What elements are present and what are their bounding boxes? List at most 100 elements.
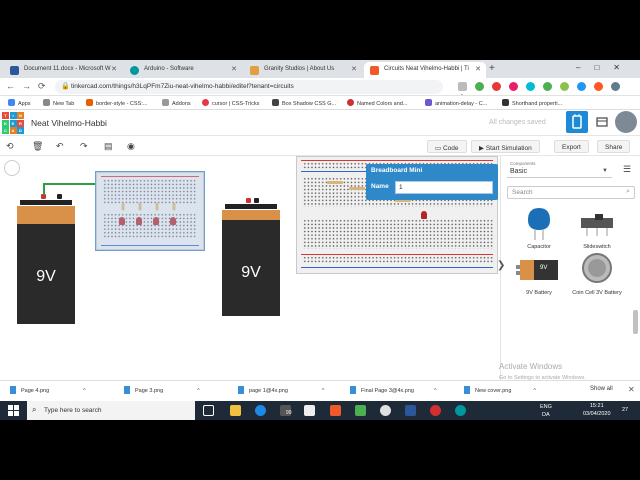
extension-icon[interactable] xyxy=(593,82,603,91)
file-icon xyxy=(350,386,356,394)
component-capacitor[interactable]: Capacitor xyxy=(509,206,569,250)
component-coin-cell[interactable]: Coin Cell 3V Battery xyxy=(567,250,627,296)
store-icon[interactable] xyxy=(304,405,315,416)
download-item[interactable]: Page 3.png ^ xyxy=(124,386,200,394)
extension-icon[interactable] xyxy=(525,82,535,91)
negative-terminal[interactable] xyxy=(57,194,62,199)
taskbar-clock[interactable]: 15:21 03/04/2020 xyxy=(583,402,611,418)
download-item[interactable]: Page 4.png ^ xyxy=(10,386,86,394)
extension-icon[interactable] xyxy=(508,82,518,91)
nav-buttons[interactable]: ←→⟳ xyxy=(6,81,53,92)
app-icon[interactable] xyxy=(330,405,341,416)
negative-terminal[interactable] xyxy=(254,198,259,203)
tinkercad-logo[interactable]: TIN KER CAD xyxy=(2,112,24,134)
app-icon[interactable] xyxy=(355,405,366,416)
wire[interactable] xyxy=(44,183,100,185)
extension-icon[interactable] xyxy=(559,82,569,91)
bookmark-animation-delay[interactable]: animation-delay - C... xyxy=(425,99,487,107)
save-status: All changes saved xyxy=(489,119,546,126)
letterbox-top xyxy=(0,0,640,60)
export-button[interactable]: Export xyxy=(554,140,589,153)
battery-icon-label: 9V xyxy=(540,265,548,271)
bookmark-apps[interactable]: Apps xyxy=(8,99,31,107)
battery-9v-1[interactable]: 9V xyxy=(17,194,75,324)
app-icon[interactable] xyxy=(430,405,441,416)
downloads-bar: Page 4.png ^ Page 3.png ^ page 1@4x.png ^ F… xyxy=(0,380,640,401)
extension-icon[interactable] xyxy=(576,82,586,91)
bookmark-border-style[interactable]: border-style - CSS:... xyxy=(86,99,147,107)
search-input[interactable]: Search ⌕ xyxy=(507,186,635,199)
positive-terminal[interactable] xyxy=(246,198,251,203)
logo-tile: A xyxy=(9,127,17,134)
redo-icon[interactable]: ↷ xyxy=(80,141,88,152)
tray-lang[interactable]: ENG xyxy=(540,404,552,410)
project-title[interactable]: Neat Vihelmo-Habbi xyxy=(31,118,107,128)
browser-tab-tinkercad[interactable]: Circuits Neat Vihelmo-Habbi | Ti ✕ xyxy=(364,62,486,78)
list-view-icon[interactable]: ☰ xyxy=(623,164,631,175)
search-icon: ⌕ xyxy=(32,405,37,414)
start-simulation-button[interactable]: ▶ Start Simulation xyxy=(471,140,540,153)
close-icon[interactable]: ✕ xyxy=(231,65,237,73)
download-item[interactable]: New cover.png ^ xyxy=(464,386,536,394)
bookmark-named-colors[interactable]: Named Colors and... xyxy=(347,99,407,107)
extension-icon[interactable] xyxy=(474,82,484,91)
star-icon[interactable] xyxy=(458,82,467,91)
battery-9v-2[interactable]: 9V xyxy=(222,198,280,316)
browser-tab-arduino[interactable]: Arduino - Software ✕ xyxy=(124,62,242,78)
resistor[interactable] xyxy=(327,181,343,184)
extension-icon[interactable] xyxy=(542,82,552,91)
close-icon[interactable]: ✕ xyxy=(628,385,635,394)
schematic-view-button[interactable] xyxy=(591,111,613,133)
led-red[interactable] xyxy=(421,211,427,219)
bookmark-addons[interactable]: Addons xyxy=(162,99,191,107)
url-input[interactable]: 🔒 tinkercad.com/things/h3LqPFm7Ziu-neat-… xyxy=(55,80,443,94)
browser-tab-granity[interactable]: Granity Studios | About Us ✕ xyxy=(244,62,362,78)
granity-icon xyxy=(250,66,259,75)
edge-icon[interactable] xyxy=(255,405,266,416)
circuit-view-button[interactable] xyxy=(566,111,588,133)
download-item[interactable]: Final Page 3@4x.png ^ xyxy=(350,386,437,394)
panel-scrollbar[interactable] xyxy=(633,310,638,334)
close-icon[interactable]: ✕ xyxy=(475,65,481,73)
download-item[interactable]: page 1@4x.png ^ xyxy=(238,386,325,394)
task-view-icon[interactable] xyxy=(203,405,214,416)
bookmark-box-shadow[interactable]: Box Shadow CSS G... xyxy=(272,99,336,107)
close-icon[interactable]: ✕ xyxy=(351,65,357,73)
browser-tab-word[interactable]: Document 11.docx - Microsoft W ✕ xyxy=(4,62,122,78)
bookmark-new-tab[interactable]: New Tab xyxy=(43,99,74,107)
share-button[interactable]: Share xyxy=(597,140,631,153)
zoom-fit-icon[interactable] xyxy=(4,160,20,176)
profile-icon[interactable] xyxy=(610,82,620,91)
component-slideswitch[interactable]: Slideswitch xyxy=(567,206,627,250)
resistor[interactable] xyxy=(349,187,365,190)
bookmark-shorthand[interactable]: Shorthand properti... xyxy=(502,99,562,107)
wire[interactable] xyxy=(43,183,45,195)
extension-icon[interactable] xyxy=(491,82,501,91)
name-input[interactable]: 1 xyxy=(395,181,493,194)
delete-icon[interactable]: 🗑 xyxy=(32,141,43,152)
taskbar-search-input[interactable]: ⌕ Type here to search xyxy=(27,401,195,420)
code-button[interactable]: ▭ Code xyxy=(427,140,467,153)
windows-start-icon[interactable] xyxy=(8,405,19,416)
eye-icon[interactable]: ◉ xyxy=(127,141,135,152)
file-explorer-icon[interactable] xyxy=(230,405,241,416)
close-icon[interactable]: ✕ xyxy=(111,65,117,73)
lock-icon: 🔒 xyxy=(61,83,70,90)
window-controls[interactable]: –□✕ xyxy=(576,63,634,72)
bookmark-cursor[interactable]: cursor | CSS-Tricks xyxy=(202,99,259,107)
badge-count: 99 xyxy=(286,410,292,416)
undo-icon[interactable]: ↶ xyxy=(56,141,64,152)
component-9v-battery[interactable]: 9V 9V Battery xyxy=(509,252,569,296)
user-avatar[interactable] xyxy=(615,111,637,133)
arduino-icon[interactable] xyxy=(455,405,466,416)
app-icon[interactable] xyxy=(405,405,416,416)
collapse-panel-icon[interactable]: ❯ xyxy=(497,260,505,271)
new-tab-icon[interactable]: + xyxy=(489,63,495,74)
chrome-icon[interactable] xyxy=(380,405,391,416)
components-dropdown[interactable]: Components Basic ▼ xyxy=(507,160,612,178)
rotate-icon[interactable]: ⟲ xyxy=(6,141,14,152)
show-all-button[interactable]: Show all xyxy=(590,386,613,392)
notification-count[interactable]: 27 xyxy=(622,407,628,413)
tray-region[interactable]: DA xyxy=(542,412,550,418)
notes-icon[interactable]: ▤ xyxy=(104,141,113,152)
